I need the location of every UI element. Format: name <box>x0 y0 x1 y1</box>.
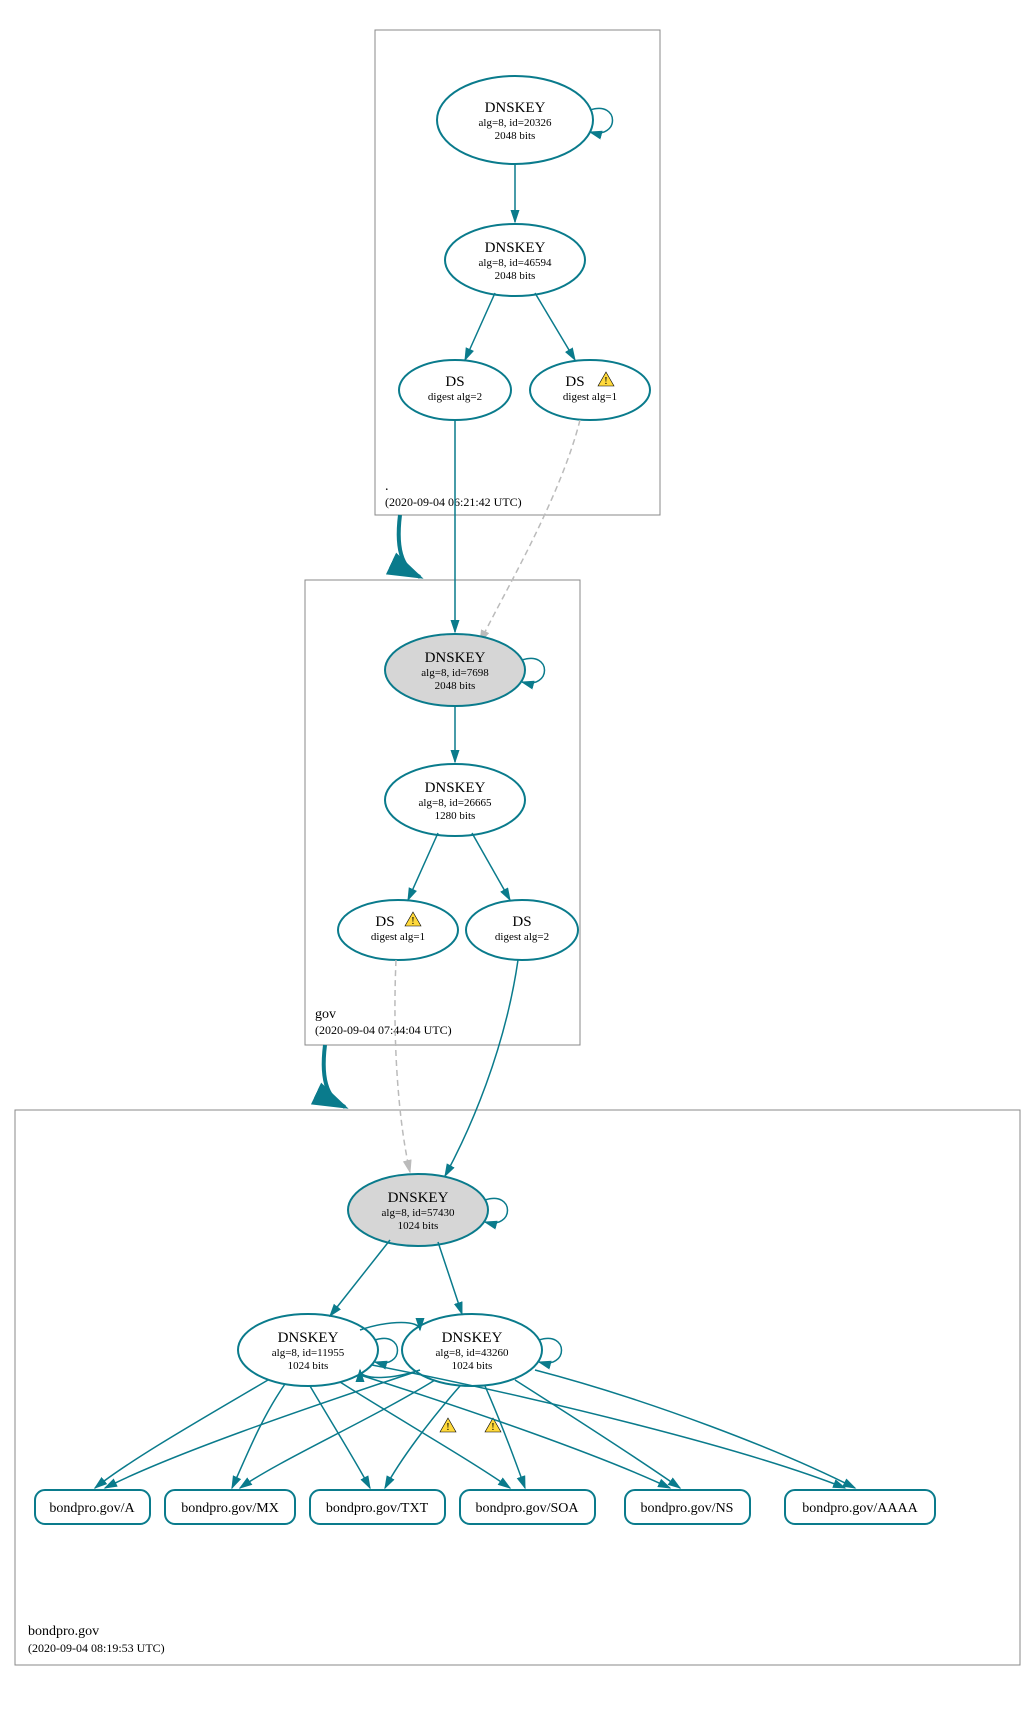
svg-text:!: ! <box>604 375 608 387</box>
svg-text:DNSKEY: DNSKEY <box>485 240 546 256</box>
e-zsk1-a <box>95 1380 268 1488</box>
zone-gov-name: gov <box>315 1007 336 1022</box>
edge-zsk1-zsk2a <box>360 1323 420 1331</box>
edge-ds1-govksk <box>480 420 580 642</box>
e-zsk1-ns <box>360 1375 670 1488</box>
e-zsk2-aaaa <box>535 1370 855 1488</box>
svg-text:2048 bits: 2048 bits <box>495 130 536 142</box>
rrset-mx: bondpro.gov/MX <box>165 1490 295 1524</box>
svg-text:alg=8, id=46594: alg=8, id=46594 <box>479 257 552 269</box>
zone-bp-name: bondpro.gov <box>28 1624 99 1639</box>
svg-text:bondpro.gov/SOA: bondpro.gov/SOA <box>475 1501 579 1516</box>
node-root-ksk: DNSKEY alg=8, id=20326 2048 bits <box>437 76 593 164</box>
e-zsk2-ns <box>515 1380 680 1488</box>
e-zsk2-mx <box>240 1380 435 1488</box>
svg-text:bondpro.gov/AAAA: bondpro.gov/AAAA <box>802 1501 918 1516</box>
svg-text:bondpro.gov/MX: bondpro.gov/MX <box>181 1501 279 1516</box>
node-gov-ds2: DS digest alg=2 <box>466 900 578 960</box>
svg-text:DS: DS <box>445 374 464 390</box>
svg-text:alg=8, id=43260: alg=8, id=43260 <box>436 1347 509 1359</box>
node-gov-zsk: DNSKEY alg=8, id=26665 1280 bits <box>385 764 525 836</box>
edge-gov-zsk-ds2 <box>472 833 510 900</box>
svg-text:digest alg=2: digest alg=2 <box>495 931 549 943</box>
node-root-ds2: DS digest alg=2 <box>399 360 511 420</box>
zone-root-name: . <box>385 479 389 494</box>
svg-text:bondpro.gov/TXT: bondpro.gov/TXT <box>326 1501 429 1516</box>
svg-text:digest alg=1: digest alg=1 <box>371 931 425 943</box>
rrset-soa: bondpro.gov/SOA <box>460 1490 595 1524</box>
svg-text:alg=8, id=26665: alg=8, id=26665 <box>419 797 492 809</box>
svg-text:alg=8, id=11955: alg=8, id=11955 <box>272 1347 345 1359</box>
svg-text:DS: DS <box>375 914 394 930</box>
svg-text:digest alg=2: digest alg=2 <box>428 391 482 403</box>
edge-gov-zsk-ds1 <box>408 833 438 900</box>
zone-root-ts: (2020-09-04 06:21:42 UTC) <box>385 495 522 509</box>
svg-text:1024 bits: 1024 bits <box>288 1360 329 1372</box>
svg-text:2048 bits: 2048 bits <box>435 680 476 692</box>
zone-bp-ts: (2020-09-04 08:19:53 UTC) <box>28 1641 165 1655</box>
node-gov-ksk: DNSKEY alg=8, id=7698 2048 bits <box>385 634 525 706</box>
svg-text:1024 bits: 1024 bits <box>452 1360 493 1372</box>
edge-root-zsk-ds2 <box>465 293 495 360</box>
svg-text:alg=8, id=57430: alg=8, id=57430 <box>382 1207 455 1219</box>
node-bp-zsk1: DNSKEY alg=8, id=11955 1024 bits <box>238 1314 378 1386</box>
zone-bp-box <box>15 1110 1020 1665</box>
e-zsk2-soa <box>485 1386 525 1488</box>
svg-text:bondpro.gov/A: bondpro.gov/A <box>49 1501 135 1516</box>
node-bp-ksk: DNSKEY alg=8, id=57430 1024 bits <box>348 1174 488 1246</box>
svg-text:DNSKEY: DNSKEY <box>388 1190 449 1206</box>
svg-text:alg=8, id=20326: alg=8, id=20326 <box>479 117 552 129</box>
edge-bpksk-zsk1 <box>330 1240 390 1316</box>
svg-text:!: ! <box>491 1421 495 1433</box>
svg-text:digest alg=1: digest alg=1 <box>563 391 617 403</box>
edge-govds1-bpksk <box>395 960 410 1172</box>
rrset-aaaa: bondpro.gov/AAAA <box>785 1490 935 1524</box>
svg-text:2048 bits: 2048 bits <box>495 270 536 282</box>
e-zsk2-txt <box>385 1386 460 1488</box>
svg-text:alg=8, id=7698: alg=8, id=7698 <box>421 667 489 679</box>
svg-text:DS: DS <box>512 914 531 930</box>
edge-bpksk-zsk2 <box>438 1242 462 1314</box>
svg-text:!: ! <box>446 1421 450 1433</box>
svg-text:DNSKEY: DNSKEY <box>485 100 546 116</box>
edge-zone-gov-bp <box>324 1045 345 1107</box>
svg-text:DNSKEY: DNSKEY <box>425 780 486 796</box>
rrset-txt: bondpro.gov/TXT <box>310 1490 445 1524</box>
rrset-ns: bondpro.gov/NS <box>625 1490 750 1524</box>
e-zsk1-txt <box>310 1386 370 1488</box>
svg-text:bondpro.gov/NS: bondpro.gov/NS <box>641 1501 734 1516</box>
e-zsk1-soa <box>340 1382 510 1488</box>
warning-icon: ! <box>440 1418 456 1433</box>
edge-govds2-bpksk <box>445 960 518 1176</box>
e-zsk1-mx <box>232 1384 285 1488</box>
svg-text:!: ! <box>411 915 415 927</box>
svg-text:DNSKEY: DNSKEY <box>425 650 486 666</box>
edge-zone-root-gov <box>399 515 420 577</box>
node-root-ds1: DS digest alg=1 ! <box>530 360 650 420</box>
dnssec-graph: . (2020-09-04 06:21:42 UTC) DNSKEY alg=8… <box>0 0 1035 1732</box>
edge-root-zsk-ds1 <box>535 293 575 360</box>
svg-text:1280 bits: 1280 bits <box>435 810 476 822</box>
node-gov-ds1: DS digest alg=1 ! <box>338 900 458 960</box>
rrset-a: bondpro.gov/A <box>35 1490 150 1524</box>
node-root-zsk: DNSKEY alg=8, id=46594 2048 bits <box>445 224 585 296</box>
svg-text:DNSKEY: DNSKEY <box>278 1330 339 1346</box>
svg-text:1024 bits: 1024 bits <box>398 1220 439 1232</box>
svg-text:DNSKEY: DNSKEY <box>442 1330 503 1346</box>
e-zsk2-a <box>105 1372 415 1488</box>
zone-gov-ts: (2020-09-04 07:44:04 UTC) <box>315 1023 452 1037</box>
svg-text:DS: DS <box>565 374 584 390</box>
